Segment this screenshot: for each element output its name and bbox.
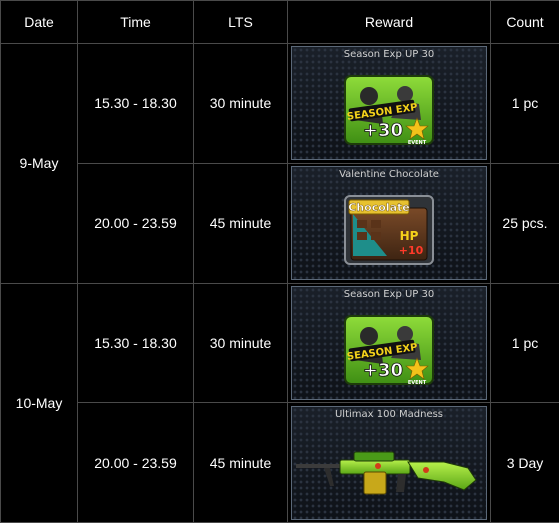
count-cell: 1 pc (490, 282, 559, 404)
lts-cell: 30 minute (193, 43, 288, 164)
lts-cell: 45 minute (193, 402, 288, 523)
table-row: 20.00 - 23.59 45 minute Valentine Chocol… (1, 162, 559, 284)
time-cell: 15.30 - 18.30 (77, 43, 194, 164)
season-exp-icon: SEASON EXP +30 EVENT (344, 75, 434, 146)
table-row: 20.00 - 23.59 45 minute Ultimax 100 Madn… (1, 402, 559, 523)
season-exp-icon: SEASON EXP +30 EVENT (344, 314, 434, 386)
header-date: Date (0, 0, 78, 44)
lts-cell: 45 minute (193, 162, 288, 284)
reward-cell: Season Exp UP 30 SEASON EXP +30 EVENT (287, 43, 491, 164)
reward-card: Season Exp UP 30 SEASON EXP +30 EVENT (291, 46, 487, 161)
time-cell: 20.00 - 23.59 (77, 402, 194, 523)
art-title: Chocolate (348, 201, 409, 214)
header-time: Time (77, 0, 194, 44)
time-cell: 15.30 - 18.30 (77, 282, 194, 404)
art-value: +30 (363, 120, 403, 141)
reward-cell: Season Exp UP 30 SEASON EXP +30 EVENT (287, 282, 491, 404)
art-value: +10 (399, 244, 424, 257)
table-row: 9-May 15.30 - 18.30 30 minute Season Exp… (0, 43, 559, 284)
reward-name: Season Exp UP 30 (343, 288, 435, 300)
count-cell: 3 Day (490, 402, 559, 523)
time-cell: 20.00 - 23.59 (77, 162, 194, 284)
count-cell: 1 pc (490, 43, 559, 164)
art-stat: HP (400, 229, 419, 243)
reward-name: Season Exp UP 30 (343, 49, 435, 61)
header-lts: LTS (193, 0, 288, 44)
reward-card: Season Exp UP 30 SEASON EXP +30 EVENT (291, 285, 487, 400)
header-count: Count (490, 0, 559, 44)
machine-gun-icon (296, 451, 477, 495)
reward-card: Ultimax 100 Madness (291, 405, 487, 520)
lts-cell: 30 minute (193, 282, 288, 404)
art-value: +30 (363, 360, 403, 381)
art-tag: EVENT (408, 140, 427, 146)
reward-cell: Ultimax 100 Madness (287, 402, 491, 523)
reward-cell: Valentine Chocolate Chocolate HP +10 (287, 162, 491, 284)
chocolate-icon: Chocolate HP +10 (344, 195, 434, 266)
table-row: 10-May 15.30 - 18.30 30 minute Season Ex… (0, 282, 559, 523)
header-reward: Reward (287, 0, 491, 44)
count-cell: 25 pcs. (490, 162, 559, 284)
reward-name: Ultimax 100 Madness (334, 408, 444, 420)
header-row: Date Time LTS Reward Count (0, 0, 559, 44)
reward-card: Valentine Chocolate Chocolate HP +10 (291, 166, 487, 281)
date-cell: 9-May (0, 43, 78, 284)
art-tag: EVENT (408, 380, 427, 386)
reward-name: Valentine Chocolate (339, 169, 439, 181)
date-cell: 10-May (0, 282, 78, 523)
event-reward-table: Date Time LTS Reward Count 9-May 15.30 -… (0, 0, 559, 523)
